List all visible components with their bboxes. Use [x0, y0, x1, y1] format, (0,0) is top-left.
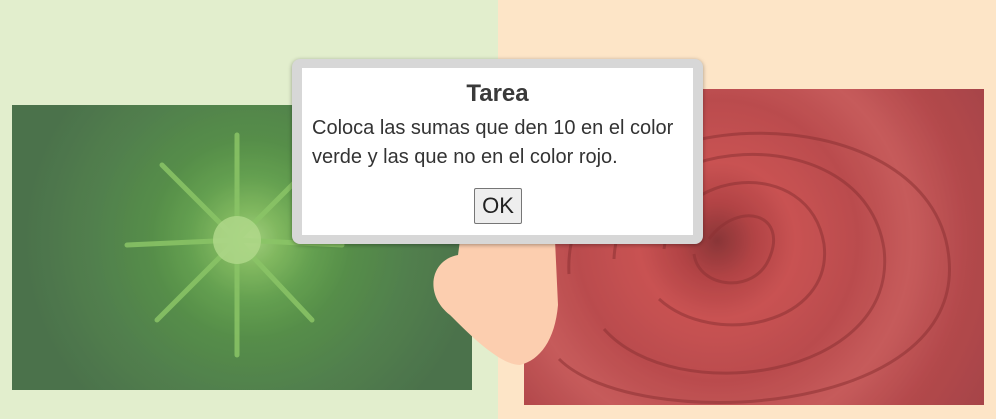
dialog-message: Coloca las sumas que den 10 en el color … — [312, 117, 674, 168]
dialog-content: Tarea Coloca las sumas que den 10 en el … — [302, 68, 693, 235]
task-dialog: Tarea Coloca las sumas que den 10 en el … — [292, 59, 703, 244]
dialog-title: Tarea — [466, 80, 529, 107]
ok-button[interactable]: OK — [474, 188, 522, 224]
